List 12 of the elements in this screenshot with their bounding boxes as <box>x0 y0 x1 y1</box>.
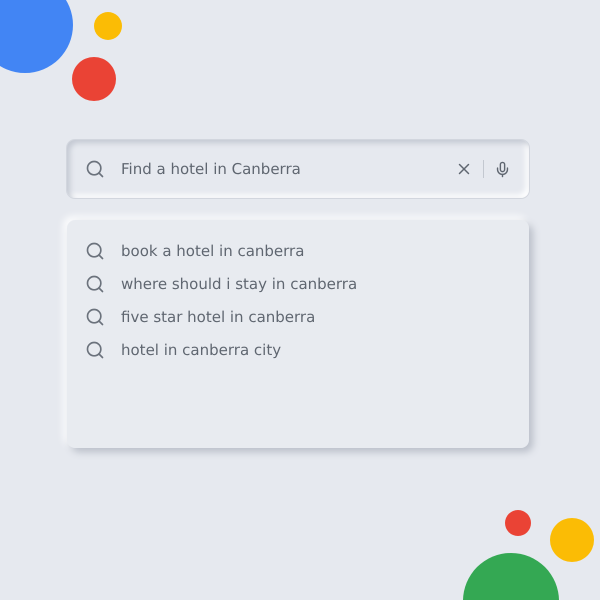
search-field[interactable]: Find a hotel in Canberra <box>67 140 529 198</box>
search-icon <box>85 159 105 179</box>
suggestion-item[interactable]: five star hotel in canberra <box>121 308 316 326</box>
suggestion-item[interactable]: book a hotel in canberra <box>121 242 304 260</box>
microphone-button[interactable] <box>494 160 511 178</box>
search-icon <box>85 307 105 327</box>
suggestion-item[interactable]: where should i stay in canberra <box>121 275 358 293</box>
search-icon <box>85 241 105 261</box>
search-icon <box>85 340 105 360</box>
suggestion-item[interactable]: hotel in canberra city <box>121 341 282 359</box>
search-icon <box>85 274 105 294</box>
search-input[interactable]: Find a hotel in Canberra <box>115 154 445 184</box>
